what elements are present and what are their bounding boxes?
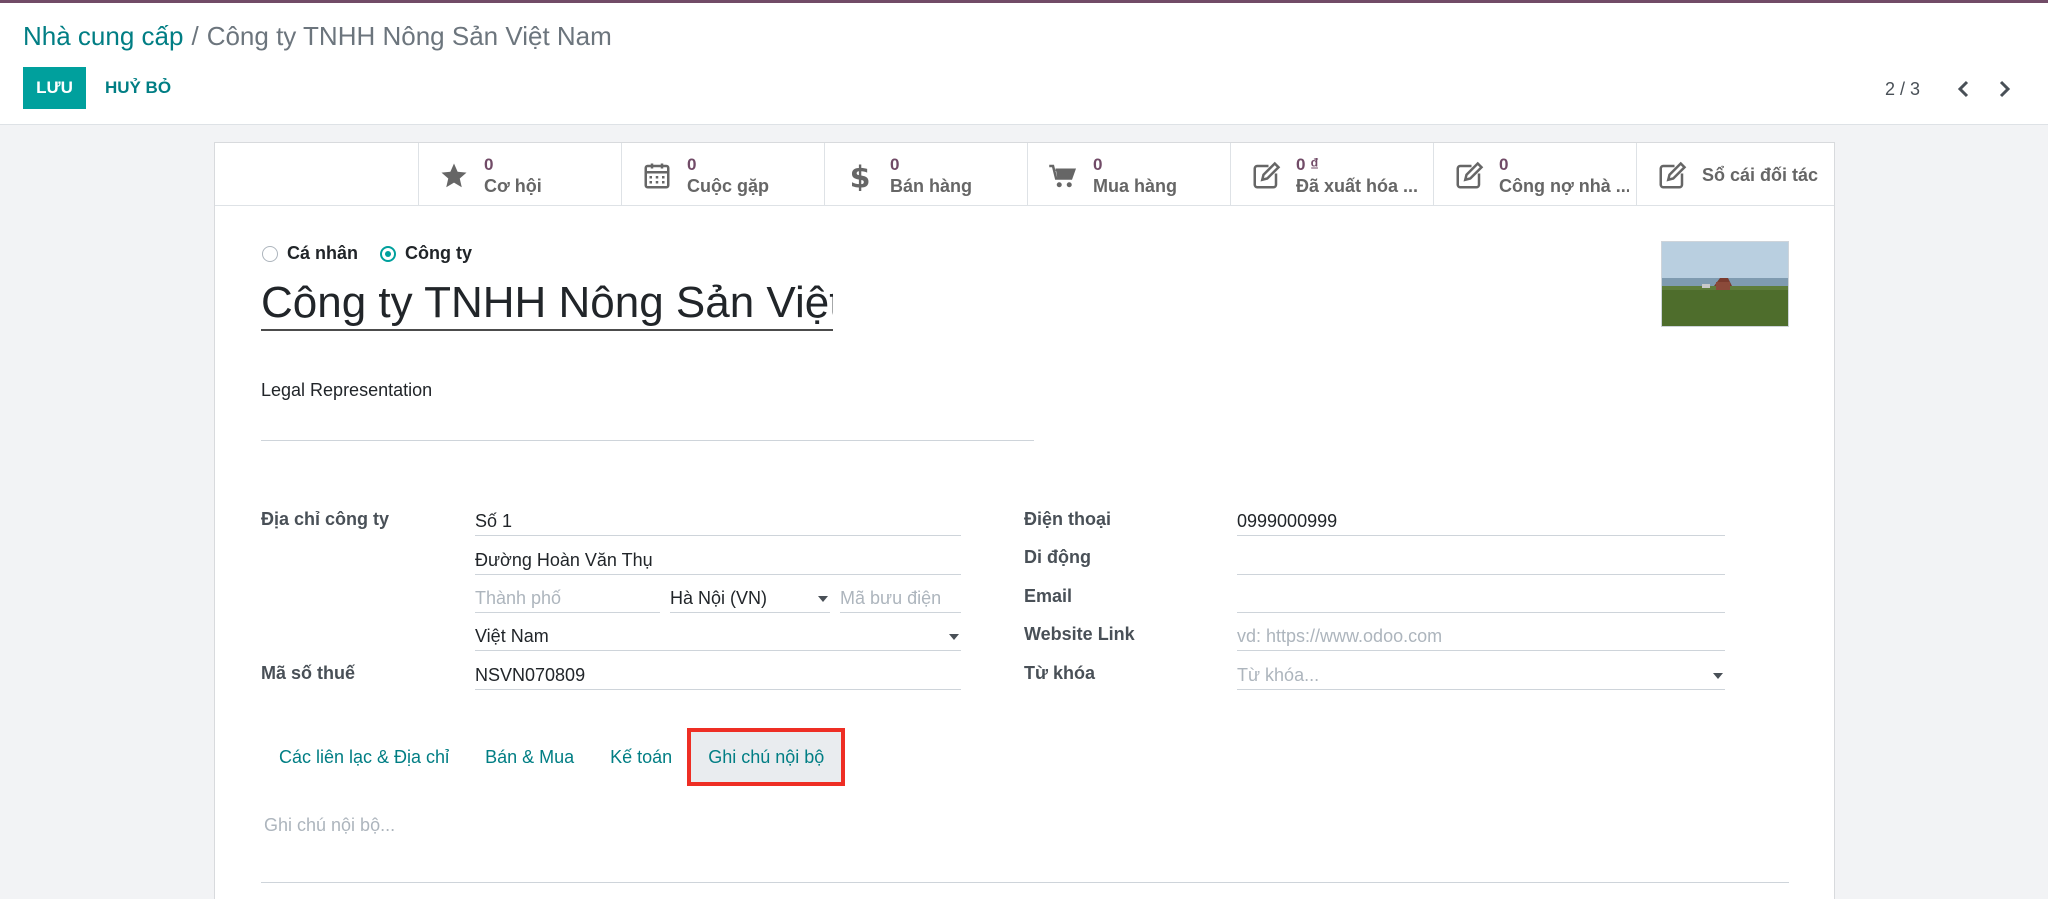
smart-button-value: 0: [1499, 155, 1509, 174]
smart-button-label: Bán hàng: [890, 176, 973, 196]
smart-button-invoiced[interactable]: 0 ₫ Đã xuất hóa ...: [1230, 143, 1433, 206]
breadcrumb-parent-link[interactable]: Nhà cung cấp: [23, 21, 183, 51]
tags-label: Từ khóa: [1024, 663, 1096, 683]
legal-representation-input[interactable]: [261, 405, 1034, 441]
caret-down-icon: [1713, 673, 1723, 679]
caret-down-icon: [949, 634, 959, 640]
internal-note-input[interactable]: Ghi chú nội bộ...: [264, 815, 395, 836]
smart-button-label: Sổ cái đối tác: [1702, 165, 1819, 185]
zip-input[interactable]: Mã bưu điện: [840, 583, 961, 613]
partner-name-input[interactable]: Công ty TNHH Nông Sản Việt: [261, 275, 833, 331]
radio-company[interactable]: Công ty: [380, 243, 472, 264]
website-label: Website Link: [1024, 624, 1135, 644]
smart-button-vendor-debt[interactable]: 0 Công nợ nhà ...: [1433, 143, 1636, 206]
caret-down-icon: [818, 596, 828, 602]
smart-button-opportunities[interactable]: 0 Cơ hội: [418, 143, 621, 206]
smart-button-sales[interactable]: $ 0 Bán hàng: [824, 143, 1027, 206]
breadcrumb-current: Công ty TNHH Nông Sản Việt Nam: [206, 21, 612, 51]
form-sheet: 0 Cơ hội 0 Cuộc gặp $ 0 Bán hàng 0 Mua h…: [214, 142, 1835, 899]
smart-button-value: 0: [890, 155, 900, 174]
smart-button-box: 0 Cơ hội 0 Cuộc gặp $ 0 Bán hàng 0 Mua h…: [215, 143, 1834, 206]
tags-select[interactable]: Từ khóa...: [1237, 660, 1725, 690]
tab-sales-purchase[interactable]: Bán & Mua: [467, 731, 592, 783]
chevron-right-icon[interactable]: [1992, 77, 2016, 101]
notebook-tabs: Các liên lạc & Địa chỉ Bán & Mua Kế toán…: [261, 728, 846, 786]
edit-icon: [1251, 161, 1281, 191]
edit-icon: [1454, 161, 1484, 191]
radio-individual-label: Cá nhân: [287, 243, 359, 263]
edit-icon: [1657, 161, 1687, 191]
email-label: Email: [1024, 586, 1073, 606]
tax-id-label: Mã số thuế: [261, 663, 356, 683]
smart-button-purchases[interactable]: 0 Mua hàng: [1027, 143, 1230, 206]
cart-icon: [1048, 161, 1078, 191]
mobile-label: Di động: [1024, 547, 1091, 567]
tab-accounting[interactable]: Kế toán: [592, 731, 690, 783]
street-input[interactable]: Số 1: [475, 506, 961, 536]
calendar-icon: [642, 161, 672, 191]
company-address-label: Địa chỉ công ty: [261, 509, 390, 529]
legal-representation-label: Legal Representation: [261, 380, 433, 400]
company-type-radio-group: Cá nhân Công ty: [262, 243, 494, 264]
radio-circle-unchecked[interactable]: [262, 245, 278, 262]
tags-placeholder: Từ khóa...: [1237, 665, 1320, 685]
country-select[interactable]: Việt Nam: [475, 621, 961, 651]
star-icon: [439, 161, 469, 191]
smart-button-value: 0: [687, 155, 697, 174]
radio-individual[interactable]: Cá nhân: [262, 243, 358, 264]
smart-button-label: Đã xuất hóa ...: [1296, 176, 1419, 196]
smart-button-value: 0 ₫: [1296, 155, 1319, 174]
phone-input[interactable]: 0999000999: [1237, 506, 1725, 536]
email-input[interactable]: [1237, 583, 1725, 613]
smart-button-label: Cuộc gặp: [687, 176, 770, 196]
smart-button-value: 0: [484, 155, 494, 174]
breadcrumb: Nhà cung cấp / Công ty TNHH Nông Sản Việt …: [23, 21, 612, 52]
radio-circle-checked[interactable]: [380, 245, 397, 262]
control-panel: Nhà cung cấp / Công ty TNHH Nông Sản Việt …: [0, 3, 2048, 125]
save-button[interactable]: LƯU: [23, 67, 86, 109]
smart-button-label: Mua hàng: [1093, 176, 1177, 196]
tab-contacts-addresses[interactable]: Các liên lạc & Địa chỉ: [261, 731, 467, 783]
website-input[interactable]: vd: https://www.odoo.com: [1237, 621, 1725, 651]
smart-button-value: 0: [1093, 155, 1103, 174]
breadcrumb-separator: /: [191, 21, 199, 51]
discard-button[interactable]: HUỶ BỎ: [96, 67, 180, 109]
state-select[interactable]: Hà Nội (VN): [670, 583, 830, 613]
street2-input[interactable]: Đường Hoàn Văn Thụ: [475, 545, 961, 575]
mobile-input[interactable]: [1237, 545, 1725, 575]
country-value: Việt Nam: [475, 626, 549, 646]
pager-value: 2 / 3: [1885, 79, 1921, 99]
chevron-left-icon[interactable]: [1952, 77, 1976, 101]
internal-note-underline: [261, 882, 1789, 883]
tab-internal-notes[interactable]: Ghi chú nội bộ: [687, 728, 846, 786]
tax-id-input[interactable]: NSVN070809: [475, 660, 961, 690]
smart-button-meetings[interactable]: 0 Cuộc gặp: [621, 143, 824, 206]
city-input[interactable]: Thành phố: [475, 583, 660, 613]
partner-image[interactable]: [1661, 241, 1789, 327]
state-value: Hà Nội (VN): [670, 588, 768, 608]
svg-text:$: $: [850, 161, 871, 191]
dollar-icon: $: [845, 160, 875, 195]
smart-button-partner-ledger[interactable]: Sổ cái đối tác: [1636, 143, 1834, 206]
smart-button-label: Công nợ nhà ...: [1499, 176, 1629, 196]
smart-button-label: Cơ hội: [484, 176, 542, 196]
radio-company-label: Công ty: [405, 243, 473, 263]
phone-label: Điện thoại: [1024, 509, 1112, 529]
